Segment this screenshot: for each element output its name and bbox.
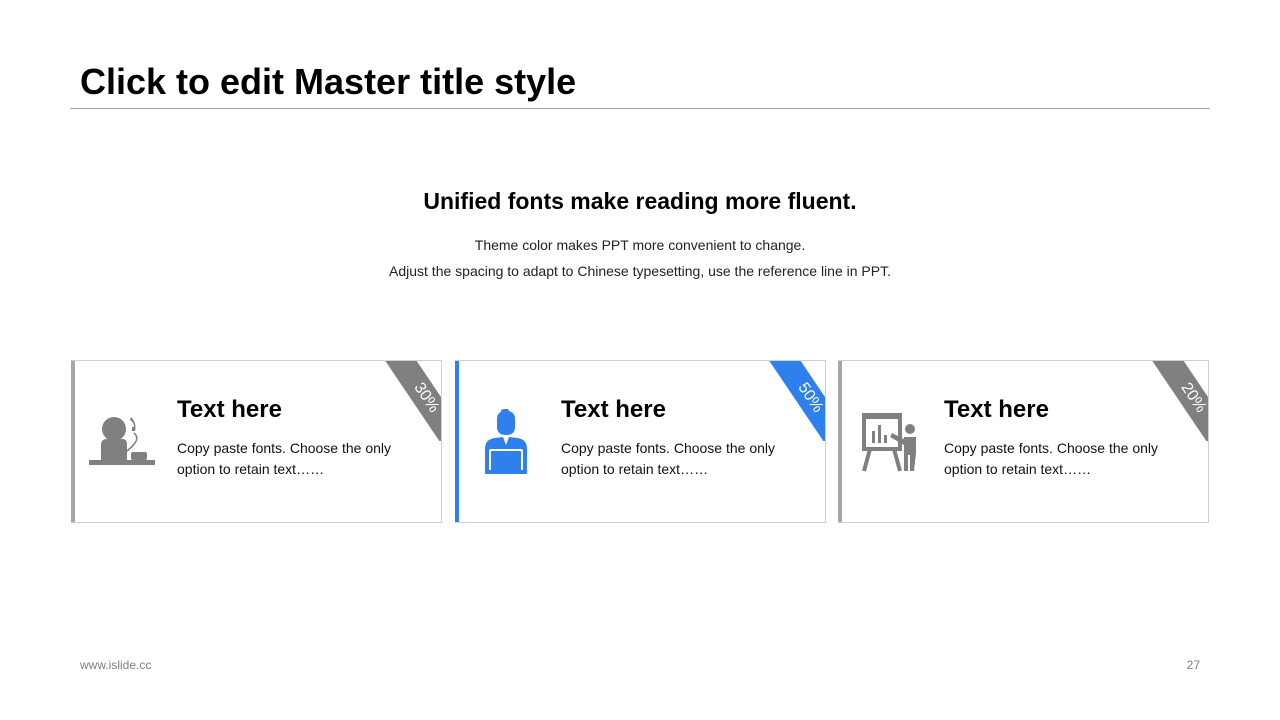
laptop-user-icon (471, 408, 541, 475)
title-divider (70, 108, 1210, 109)
percent-badge: 20% (1151, 361, 1208, 441)
percent-ribbon: 50% (765, 361, 825, 441)
presentation-board-icon (854, 409, 924, 475)
card-title[interactable]: Text here (944, 395, 1049, 425)
footer-page-number: 27 (1186, 658, 1200, 672)
percent-ribbon: 30% (381, 361, 441, 441)
percent-badge: 50% (768, 361, 825, 441)
intro-line-2[interactable]: Adjust the spacing to adapt to Chinese t… (0, 261, 1280, 281)
card-accent-bar (455, 361, 459, 522)
footer-website: www.islide.cc (80, 658, 152, 672)
card-accent-bar (71, 361, 75, 522)
card-3[interactable]: Text here Copy paste fonts. Choose the o… (838, 360, 1209, 523)
intro-headline[interactable]: Unified fonts make reading more fluent. (0, 186, 1280, 216)
card-description[interactable]: Copy paste fonts. Choose the only option… (561, 438, 806, 480)
percent-ribbon: 20% (1148, 361, 1208, 441)
card-2[interactable]: Text here Copy paste fonts. Choose the o… (455, 360, 826, 523)
card-description[interactable]: Copy paste fonts. Choose the only option… (177, 438, 422, 480)
intro-line-1[interactable]: Theme color makes PPT more convenient to… (0, 235, 1280, 255)
percent-badge: 30% (384, 361, 441, 441)
card-1[interactable]: Text here Copy paste fonts. Choose the o… (71, 360, 442, 523)
phone-call-person-icon (87, 409, 157, 475)
card-accent-bar (838, 361, 842, 522)
card-title[interactable]: Text here (561, 395, 666, 425)
slide-title[interactable]: Click to edit Master title style (80, 60, 576, 104)
card-description[interactable]: Copy paste fonts. Choose the only option… (944, 438, 1189, 480)
card-title[interactable]: Text here (177, 395, 282, 425)
